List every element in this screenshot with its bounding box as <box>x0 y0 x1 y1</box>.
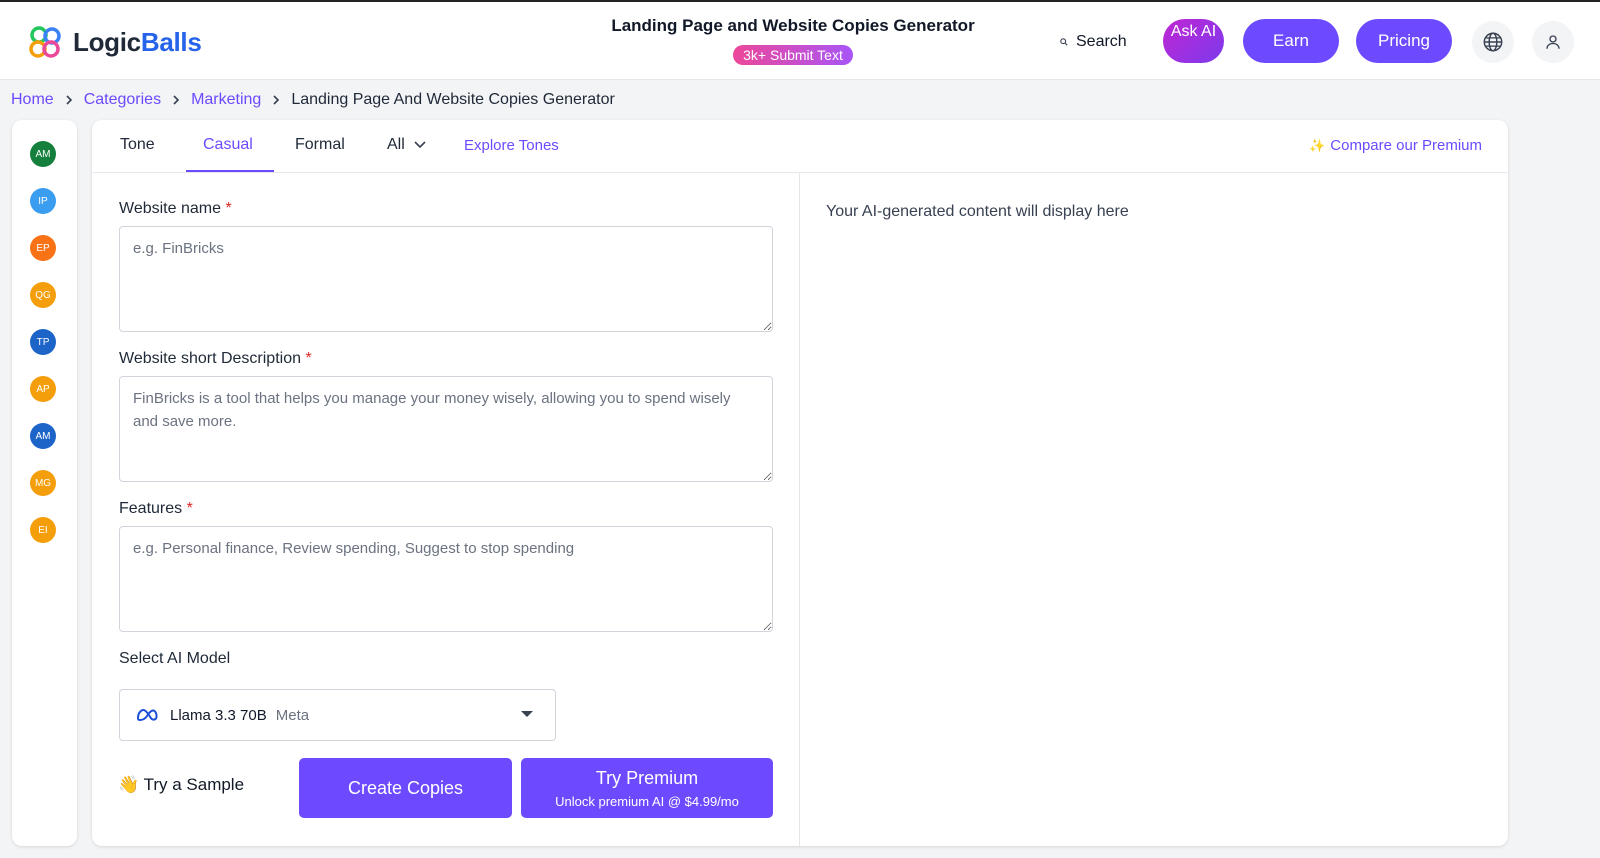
avatar[interactable]: EI <box>30 517 56 543</box>
try-premium-button[interactable]: Try Premium Unlock premium AI @ $4.99/mo <box>521 758 773 818</box>
active-tab-indicator <box>186 170 274 172</box>
description-field[interactable] <box>119 376 773 482</box>
breadcrumb-marketing[interactable]: Marketing <box>191 91 261 109</box>
account-button[interactable] <box>1532 21 1574 63</box>
explore-tones-link[interactable]: Explore Tones <box>464 137 559 154</box>
website-name-field[interactable] <box>119 226 773 332</box>
features-field[interactable] <box>119 526 773 632</box>
chevron-right-icon <box>64 94 74 106</box>
try-premium-sublabel: Unlock premium AI @ $4.99/mo <box>555 793 739 809</box>
logo-text: LogicBalls <box>73 26 202 57</box>
logo-icon <box>29 26 61 58</box>
page-heading: Landing Page and Website Copies Generato… <box>595 16 991 65</box>
try-premium-label: Try Premium <box>595 767 699 788</box>
meta-logo-icon <box>136 708 158 722</box>
breadcrumb-current: Landing Page And Website Copies Generato… <box>291 91 615 108</box>
ai-model-select[interactable]: Llama 3.3 70B Meta <box>119 689 556 741</box>
model-name: Llama 3.3 70B <box>170 706 267 724</box>
compare-premium-link[interactable]: ✨ Compare our Premium <box>1309 137 1482 154</box>
output-placeholder: Your AI-generated content will display h… <box>826 203 1129 220</box>
breadcrumb-categories[interactable]: Categories <box>84 91 161 109</box>
panel-divider <box>799 173 800 846</box>
try-sample-button[interactable]: 👋 Try a Sample <box>118 775 244 795</box>
avatar[interactable]: AM <box>30 423 56 449</box>
search-icon <box>1060 38 1068 46</box>
pricing-button[interactable]: Pricing <box>1356 19 1452 63</box>
avatar[interactable]: QG <box>30 282 56 308</box>
description-label: Website short Description * <box>119 350 312 367</box>
avatar[interactable]: MG <box>30 470 56 496</box>
logo[interactable]: LogicBalls <box>25 22 202 62</box>
ask-ai-button[interactable]: Ask AI <box>1163 19 1224 63</box>
model-select-label: Select AI Model <box>119 650 231 667</box>
avatar[interactable]: TP <box>30 329 56 355</box>
tab-tone[interactable]: Tone <box>120 136 155 154</box>
user-icon <box>1546 35 1560 49</box>
chevron-down-icon <box>414 141 426 149</box>
tone-tabs: Tone Casual Formal All Explore Tones ✨ C… <box>92 120 1508 173</box>
avatar[interactable]: AP <box>30 376 56 402</box>
generator-card: Tone Casual Formal All Explore Tones ✨ C… <box>92 120 1508 846</box>
earn-button[interactable]: Earn <box>1243 19 1339 63</box>
create-copies-button[interactable]: Create Copies <box>299 758 512 818</box>
features-label: Features * <box>119 500 193 517</box>
model-vendor: Meta <box>275 706 310 724</box>
submit-count-badge: 3k+ Submit Text <box>733 45 853 65</box>
caret-down-icon <box>521 711 533 717</box>
avatar[interactable]: EP <box>30 235 56 261</box>
compare-premium-label: Compare our Premium <box>1330 137 1482 154</box>
search-label: Search <box>1076 33 1127 50</box>
avatar[interactable]: AM <box>30 141 56 167</box>
avatar[interactable]: IP <box>30 188 56 214</box>
recent-users-sidebar: AM IP EP QG TP AP AM MG EI <box>12 120 77 846</box>
sparkle-icon: ✨ <box>1309 137 1326 153</box>
page-title: Landing Page and Website Copies Generato… <box>611 16 975 35</box>
breadcrumb-home[interactable]: Home <box>11 91 54 109</box>
tab-all-label: All <box>387 136 405 153</box>
chevron-right-icon <box>171 94 181 106</box>
chevron-right-icon <box>271 94 281 106</box>
globe-icon <box>1483 32 1503 52</box>
breadcrumb: Home Categories Marketing Landing Page A… <box>11 91 615 109</box>
website-name-label: Website name * <box>119 200 232 217</box>
tab-formal[interactable]: Formal <box>295 136 345 154</box>
top-header: LogicBalls Landing Page and Website Copi… <box>0 2 1600 80</box>
tab-casual[interactable]: Casual <box>203 136 253 154</box>
search-button[interactable]: Search <box>1060 33 1127 51</box>
language-button[interactable] <box>1472 21 1514 63</box>
tab-all-dropdown[interactable]: All <box>387 136 427 154</box>
